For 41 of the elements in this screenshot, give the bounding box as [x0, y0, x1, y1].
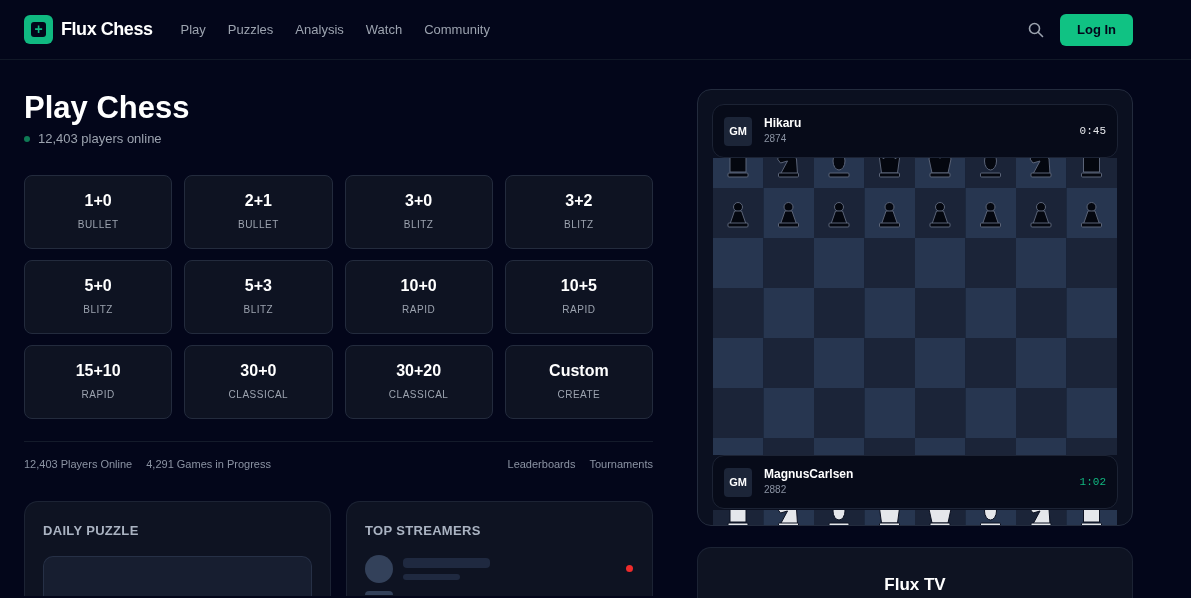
nav-link[interactable]: Play — [180, 19, 206, 40]
time-control-button[interactable]: 2+1 BULLET — [184, 174, 333, 249]
player-name: Hikaru — [764, 116, 802, 131]
nav-link[interactable]: Puzzles — [227, 19, 274, 40]
time-control-button[interactable]: 10+0 RAPID — [344, 259, 493, 334]
player-rating: 2874 — [764, 132, 788, 146]
avatar-placeholder — [365, 554, 393, 583]
time-control-button[interactable]: 1+0 BULLET — [24, 174, 173, 249]
brand-name[interactable]: Flux Chess — [61, 16, 153, 43]
logo-icon[interactable]: + — [24, 15, 53, 44]
time-control-button[interactable]: 30+20 CLASSICAL — [344, 344, 493, 419]
footer-link[interactable]: Leaderboards — [507, 455, 576, 472]
login-button[interactable]: Log In — [1060, 13, 1133, 46]
footer-link[interactable]: Tournaments — [589, 455, 653, 472]
title-badge: GM — [724, 467, 752, 497]
time-control-button[interactable]: Custom CREATE — [504, 344, 653, 419]
nav-link[interactable]: Community — [424, 19, 490, 40]
player-rating: 2882 — [764, 483, 788, 497]
time-control-button[interactable]: 10+5 RAPID — [504, 259, 653, 334]
time-control-button[interactable]: 5+0 BLITZ — [24, 259, 173, 334]
stat-text: 12,403 Players Online — [24, 456, 133, 472]
page-title: Play Chess — [24, 90, 191, 126]
card-title: Flux TV — [884, 574, 946, 594]
player-clock: 0:45 — [1079, 123, 1106, 139]
stat-text: 4,291 Games in Progress — [146, 456, 271, 472]
card-title: TOP STREAMERS — [365, 522, 482, 540]
avatar-placeholder — [365, 590, 393, 595]
player-clock: 1:02 — [1079, 474, 1106, 490]
nav-link[interactable]: Watch — [365, 19, 403, 40]
title-badge: GM — [724, 116, 752, 146]
skeleton-line — [403, 573, 460, 580]
nav-link[interactable]: Analysis — [295, 19, 344, 40]
time-control-button[interactable]: 15+10 RAPID — [24, 344, 173, 419]
time-control-button[interactable]: 30+0 CLASSICAL — [184, 344, 333, 419]
search-icon[interactable] — [1028, 21, 1044, 38]
time-control-button[interactable]: 5+3 BLITZ — [184, 259, 333, 334]
online-count: 12,403 players online — [38, 130, 162, 148]
card-title: DAILY PUZZLE — [43, 522, 140, 540]
player-name: MagnusCarlsen — [764, 467, 854, 482]
time-control-button[interactable]: 3+0 BLITZ — [344, 174, 493, 249]
time-control-button[interactable]: 3+2 BLITZ — [504, 174, 653, 249]
